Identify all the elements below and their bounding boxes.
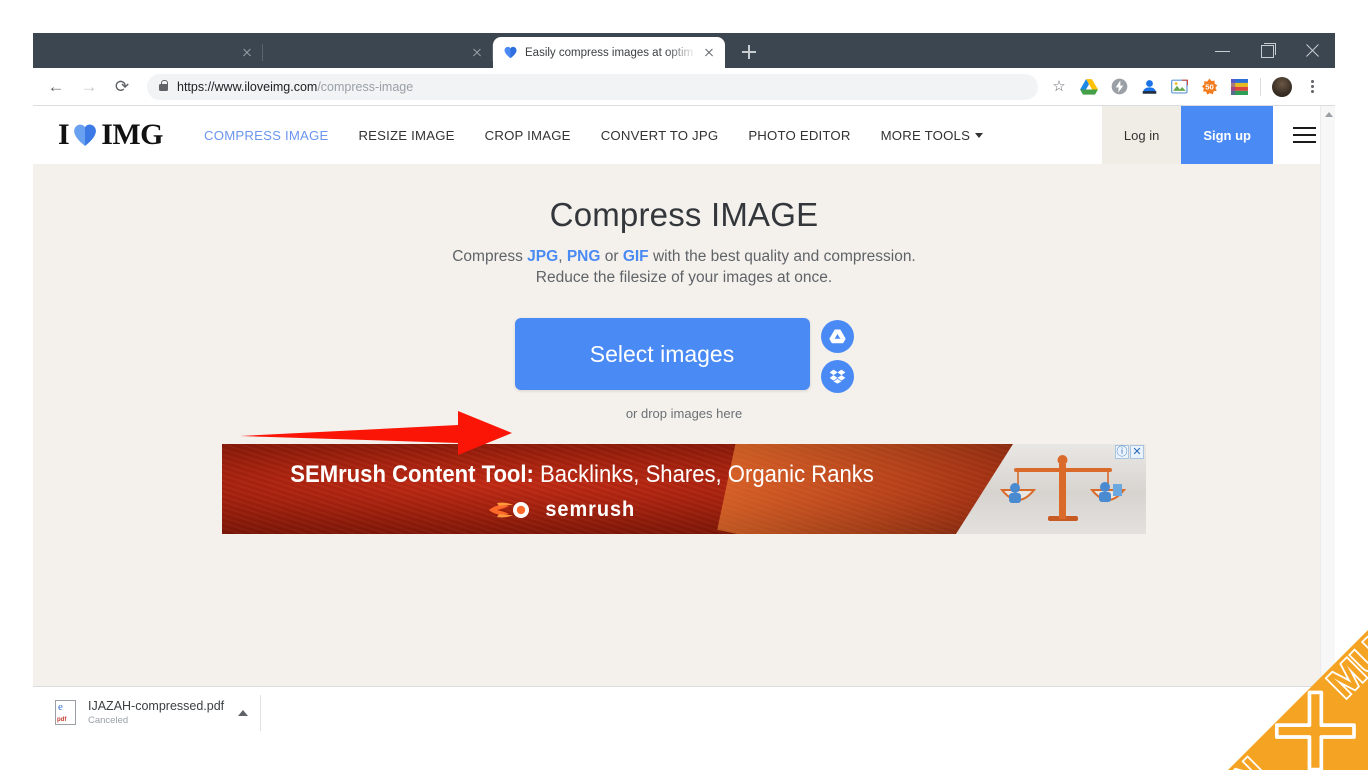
subtitle-sep-1: , [558, 248, 567, 265]
profile-avatar[interactable] [1269, 74, 1295, 100]
rainbow-palette-icon[interactable] [1226, 74, 1252, 100]
google-drive-icon[interactable] [1076, 74, 1102, 100]
close-icon[interactable] [701, 45, 717, 61]
subtitle-post: with the best quality and compression. [648, 248, 916, 265]
browser-tab-1[interactable] [33, 37, 263, 68]
login-button[interactable]: Log in [1101, 106, 1182, 164]
browser-window: Easily compress images at optim ← → ⟳ ht… [33, 33, 1335, 738]
lock-icon [159, 79, 168, 91]
tab-title: Easily compress images at optim [525, 46, 694, 59]
download-meta: IJAZAH-compressed.pdf Canceled [88, 698, 224, 727]
ad-brand-logo: semrush [487, 498, 638, 522]
url-text: https://www.iloveimg.com/compress-image [177, 80, 413, 94]
download-file-name: IJAZAH-compressed.pdf [88, 699, 225, 713]
advertisement-banner[interactable]: SEMrush Content Tool: Backlinks, Shares,… [222, 444, 1146, 534]
window-close-button[interactable] [1290, 33, 1335, 68]
download-item[interactable]: IJAZAH-compressed.pdf Canceled [55, 694, 262, 731]
scroll-up-arrow-icon[interactable] [1325, 112, 1333, 117]
url-path: /compress-image [317, 79, 414, 94]
close-icon[interactable] [469, 45, 485, 61]
header-actions: Log in Sign up [1101, 106, 1335, 164]
image-capture-icon[interactable] [1166, 74, 1192, 100]
close-icon[interactable] [239, 45, 255, 61]
download-shelf-close-icon[interactable] [1297, 701, 1319, 723]
site-navigation: COMPRESS IMAGE RESIZE IMAGE CROP IMAGE C… [189, 106, 998, 164]
format-jpg: JPG [527, 248, 559, 265]
browser-toolbar: ← → ⟳ https://www.iloveimg.com/compress-… [33, 68, 1335, 106]
ad-headline-bold: SEMrush Content Tool: [290, 461, 534, 488]
iloveimg-heart-icon [503, 45, 518, 60]
page-title: Compress IMAGE [549, 196, 819, 233]
nav-compress-image[interactable]: COMPRESS IMAGE [189, 128, 343, 143]
logo-text-right: IMG [101, 118, 164, 151]
page-scrollbar[interactable] [1320, 106, 1335, 738]
dropbox-icon[interactable] [820, 360, 854, 393]
cloud-import-buttons [820, 318, 854, 393]
maximize-restore-button[interactable] [1245, 33, 1290, 68]
download-shelf: IJAZAH-compressed.pdf Canceled [33, 686, 1335, 738]
browser-tab-2[interactable] [263, 37, 493, 68]
drop-hint-text: or drop images here [625, 406, 743, 421]
page-viewport: I IMG COMPRESS IMAGE RESIZE IMAGE CROP I… [33, 106, 1335, 738]
svg-text:50: 50 [1205, 82, 1214, 91]
format-png: PNG [566, 248, 601, 265]
reload-button[interactable]: ⟳ [107, 72, 137, 102]
site-logo[interactable]: I IMG [58, 118, 164, 152]
page-subtitle: Compress JPG, PNG or GIF with the best q… [33, 246, 1335, 288]
site-header: I IMG COMPRESS IMAGE RESIZE IMAGE CROP I… [33, 106, 1335, 164]
window-controls [1200, 33, 1335, 68]
minimize-button[interactable] [1200, 33, 1245, 68]
format-gif: GIF [622, 248, 649, 265]
screenshot-root: Easily compress images at optim ← → ⟳ ht… [0, 0, 1368, 770]
ad-headline: SEMrush Content Tool: Backlinks, Shares,… [272, 461, 892, 489]
browser-tab-3-active[interactable]: Easily compress images at optim [493, 37, 725, 68]
download-status: Canceled [88, 715, 129, 726]
pdf-file-icon [55, 700, 76, 725]
adchoices-controls: ⓘ ✕ [1115, 445, 1144, 459]
adchoices-info-icon[interactable]: ⓘ [1115, 445, 1129, 459]
google-drive-icon[interactable] [820, 320, 854, 353]
speed-bolt-icon[interactable] [1106, 74, 1132, 100]
upload-actions: Select images [33, 318, 1335, 393]
tab-strip: Easily compress images at optim [33, 33, 1335, 68]
address-bar[interactable]: https://www.iloveimg.com/compress-image [147, 73, 1038, 100]
subtitle-pre: Compress [452, 248, 528, 265]
ad-headline-rest: Backlinks, Shares, Organic Ranks [533, 461, 874, 488]
new-tab-button[interactable] [735, 38, 763, 66]
nav-resize-image[interactable]: RESIZE IMAGE [343, 128, 469, 143]
signup-button[interactable]: Sign up [1181, 106, 1273, 164]
toolbar-divider [1260, 77, 1261, 96]
nav-crop-image[interactable]: CROP IMAGE [470, 128, 586, 143]
chevron-up-icon[interactable] [238, 709, 249, 716]
select-images-button[interactable]: Select images [514, 318, 810, 390]
user-badge-icon[interactable] [1136, 74, 1162, 100]
chrome-menu-icon[interactable] [1299, 74, 1325, 100]
nav-more-tools[interactable]: MORE TOOLS [866, 128, 998, 143]
nav-convert-to-jpg[interactable]: CONVERT TO JPG [586, 128, 734, 143]
logo-text-left: I [58, 118, 70, 151]
chevron-down-icon [975, 132, 984, 138]
adchoices-close-icon[interactable]: ✕ [1130, 445, 1144, 459]
fifty-badge-icon[interactable]: 50 [1196, 74, 1222, 100]
subtitle-sep-2: or [600, 248, 623, 265]
main-content: Compress IMAGE Compress JPG, PNG or GIF … [33, 196, 1335, 534]
watermark-left-text: IBN [1195, 751, 1275, 770]
subtitle-line-1: Compress JPG, PNG or GIF with the best q… [33, 246, 1335, 267]
bookmark-star-icon[interactable]: ☆ [1046, 74, 1072, 100]
toolbar-icons: ☆ 50 [1044, 74, 1327, 100]
forward-button[interactable]: → [74, 72, 104, 102]
nav-more-tools-label: MORE TOOLS [880, 127, 971, 143]
back-button[interactable]: ← [41, 72, 71, 102]
ad-brand-text: semrush [545, 498, 636, 521]
heart-icon [71, 122, 99, 148]
subtitle-line-2: Reduce the filesize of your images at on… [535, 269, 833, 286]
url-domain: https://www.iloveimg.com [177, 79, 318, 94]
semrush-flame-icon [489, 502, 529, 518]
nav-photo-editor[interactable]: PHOTO EDITOR [733, 128, 865, 143]
